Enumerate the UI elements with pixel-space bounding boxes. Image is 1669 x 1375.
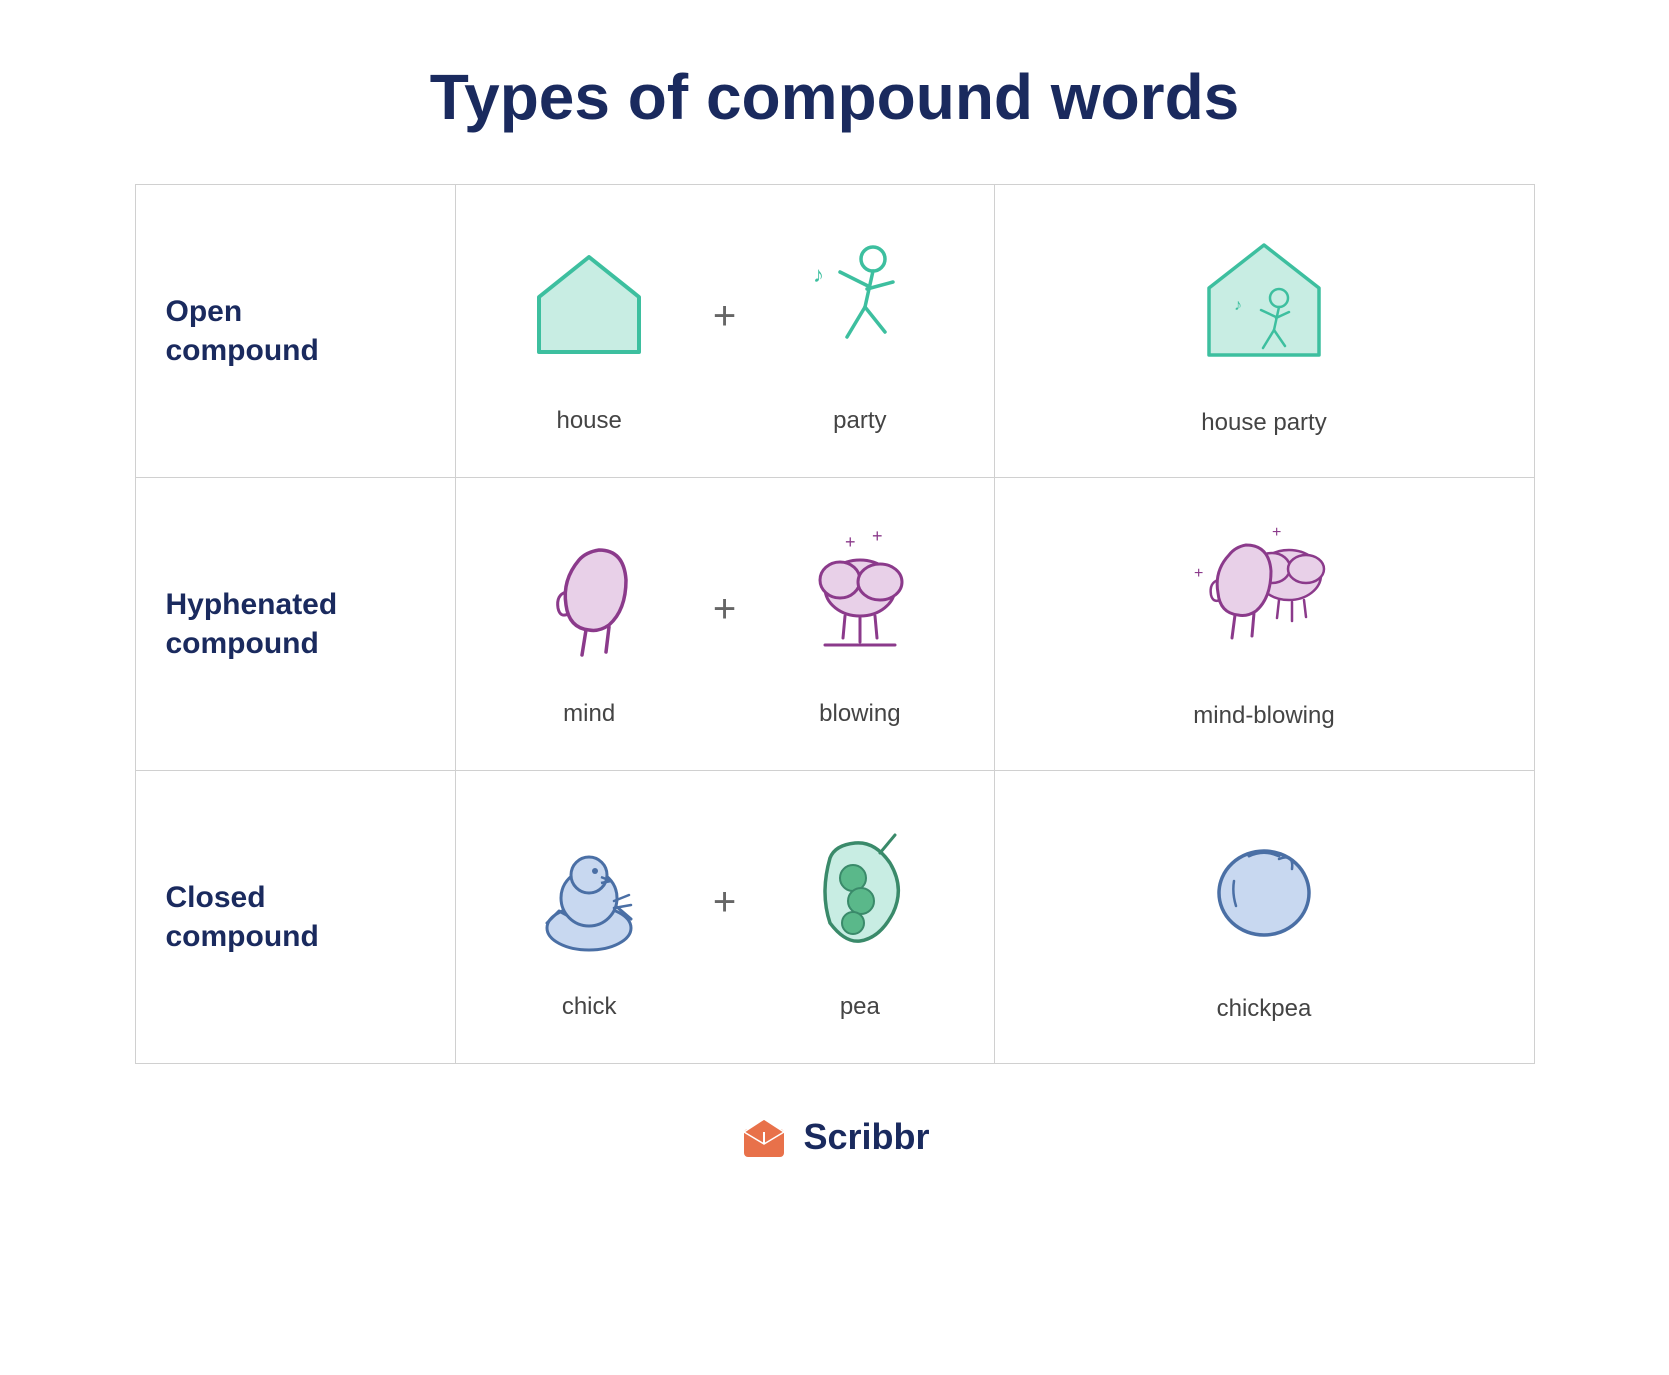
mind-label: mind (563, 700, 615, 728)
row2-equation-cell: mind + + + (456, 478, 995, 771)
house-label: house (556, 407, 621, 435)
compound-words-grid: Open compound house + (135, 184, 1535, 1064)
chick-label: chick (562, 993, 617, 1021)
plus-sign-3: + (703, 880, 746, 925)
mind-blowing-label: mind-blowing (1193, 702, 1334, 730)
mind-icon (509, 520, 669, 680)
blowing-group: + + blowing (746, 520, 973, 728)
footer: Scribbr (739, 1114, 929, 1159)
page-title: Types of compound words (430, 60, 1240, 134)
row1-equation-cell: house + (456, 185, 995, 478)
row3-result-cell: chickpea (995, 771, 1534, 1063)
mind-group: mind (476, 520, 703, 728)
blowing-icon: + + (780, 520, 940, 680)
house-group: house (476, 227, 703, 435)
scribbr-logo-icon (739, 1114, 789, 1159)
svg-text:♪: ♪ (1234, 297, 1242, 314)
row1-result-cell: ♪ house party (995, 185, 1534, 478)
row-label-closed: Closed compound (136, 771, 456, 1063)
chick-group: chick (476, 813, 703, 1021)
row3-equation-cell: chick + pea (456, 771, 995, 1063)
chick-icon (509, 813, 669, 973)
mind-blowing-icon: + + (1184, 518, 1344, 678)
house-party-icon: ♪ (1184, 225, 1344, 385)
svg-text:+: + (845, 532, 856, 552)
party-label: party (833, 407, 886, 435)
house-icon (509, 227, 669, 387)
row-label-hyphenated: Hyphenated compound (136, 478, 456, 771)
row2-result-cell: + + mind-blowing (995, 478, 1534, 771)
house-party-label: house party (1201, 409, 1326, 437)
chickpea-label: chickpea (1217, 995, 1312, 1023)
pea-icon (780, 813, 940, 973)
svg-text:+: + (1194, 565, 1203, 582)
plus-sign-1: + (703, 294, 746, 339)
party-group: ♪ party (746, 227, 973, 435)
svg-text:+: + (872, 530, 883, 546)
svg-text:+: + (1272, 524, 1281, 541)
row-label-open: Open compound (136, 185, 456, 478)
svg-text:♪: ♪ (813, 262, 824, 287)
plus-sign-2: + (703, 587, 746, 632)
party-icon: ♪ (780, 227, 940, 387)
pea-group: pea (746, 813, 973, 1021)
chickpea-icon (1184, 811, 1344, 971)
scribbr-brand-name: Scribbr (803, 1116, 929, 1158)
pea-label: pea (840, 993, 880, 1021)
blowing-label: blowing (819, 700, 900, 728)
